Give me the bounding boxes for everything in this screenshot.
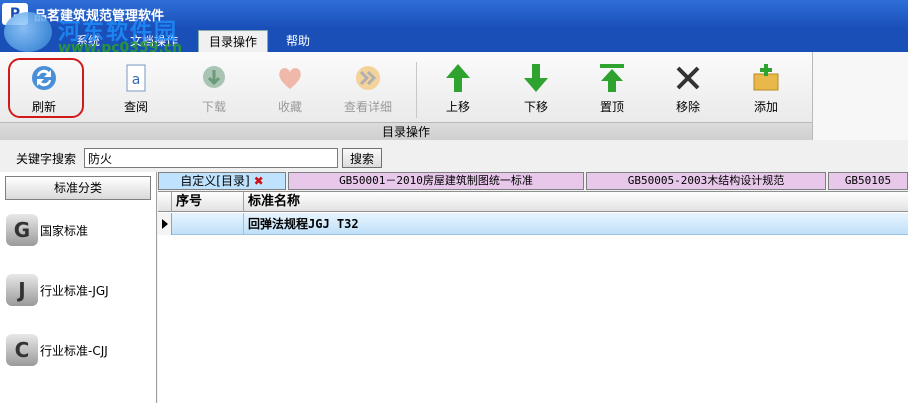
arrow-to-top-icon [600, 64, 624, 92]
forward-arrows-icon [356, 66, 380, 90]
ribbon-empty-area [812, 52, 908, 140]
tab-gb50005[interactable]: GB50005-2003木结构设计规范 [586, 172, 826, 190]
document-tab-strip: 自定义[目录] ✖ GB50001－2010房屋建筑制图统一标准 GB50005-… [158, 172, 908, 190]
category-item-jgj[interactable]: J 行业标准-JGJ [6, 270, 156, 310]
category-panel: 标准分类 G 国家标准 J 行业标准-JGJ C 行业标准-CJJ [0, 172, 157, 403]
download-label: 下载 [201, 100, 226, 114]
x-remove-icon [676, 66, 700, 90]
category-label: 行业标准-JGJ [40, 284, 109, 298]
ribbon-group-label: 目录操作 [0, 122, 812, 140]
download-globe-icon [203, 66, 225, 88]
category-header-button[interactable]: 标准分类 [5, 176, 151, 200]
pin-top-label: 置顶 [599, 100, 624, 114]
category-label: 行业标准-CJJ [40, 344, 108, 358]
pin-top-button[interactable]: 置顶 [582, 62, 642, 118]
column-header-index[interactable]: 序号 [172, 192, 244, 212]
add-label: 添加 [753, 100, 778, 114]
search-input[interactable] [84, 148, 338, 168]
download-button[interactable]: 下载 [184, 62, 244, 118]
refresh-highlight-circle [8, 58, 84, 118]
favorite-button[interactable]: 收藏 [260, 62, 320, 118]
category-label: 国家标准 [40, 224, 89, 238]
row-indicator-header [158, 192, 172, 212]
jgj-standard-icon: J [6, 274, 38, 306]
remove-button[interactable]: 移除 [658, 62, 718, 118]
view-details-button[interactable]: 查看详细 [336, 62, 400, 118]
menu-help[interactable]: 帮助 [276, 30, 320, 52]
arrow-up-icon [446, 64, 470, 92]
ribbon-toolbar: 刷新 a 查阅 下载 收藏 查看详细 上移 下移 置顶 移除 添加 目录操作 [0, 52, 812, 140]
cell-index [172, 213, 244, 235]
svg-text:a: a [132, 72, 141, 88]
cjj-standard-icon: C [6, 334, 38, 366]
tab-gb50001[interactable]: GB50001－2010房屋建筑制图统一标准 [288, 172, 584, 190]
grid-header: 序号 标准名称 [158, 192, 908, 212]
standards-grid: 序号 标准名称 回弹法规程JGJ T32 [158, 191, 908, 403]
national-standard-icon: G [6, 214, 38, 246]
ribbon-separator [416, 62, 417, 118]
category-item-cjj[interactable]: C 行业标准-CJJ [6, 330, 156, 370]
search-bar: 关键字搜索 搜索 [0, 146, 908, 170]
tab-custom-catalog[interactable]: 自定义[目录] ✖ [158, 172, 286, 190]
tab-label: 自定义[目录] [180, 174, 250, 188]
cell-name: 回弹法规程JGJ T32 [248, 217, 359, 231]
table-row[interactable]: 回弹法规程JGJ T32 [158, 213, 908, 235]
category-item-national[interactable]: G 国家标准 [6, 210, 156, 250]
menu-catalog-ops[interactable]: 目录操作 [198, 30, 269, 52]
row-pointer-icon [158, 213, 172, 235]
document-icon: a [126, 64, 146, 92]
view-label: 查阅 [123, 100, 148, 114]
move-down-button[interactable]: 下移 [506, 62, 566, 118]
tab-gb50105[interactable]: GB50105 [828, 172, 908, 190]
search-button[interactable]: 搜索 [342, 148, 382, 168]
view-button[interactable]: a 查阅 [106, 62, 166, 118]
add-button[interactable]: 添加 [736, 62, 796, 118]
remove-label: 移除 [675, 100, 700, 114]
close-icon[interactable]: ✖ [254, 174, 264, 188]
favorite-label: 收藏 [277, 100, 302, 114]
view-details-label: 查看详细 [343, 100, 392, 114]
add-folder-icon [753, 64, 779, 91]
column-header-name[interactable]: 标准名称 [244, 192, 908, 212]
heart-icon [279, 68, 301, 89]
watermark-logo-icon [4, 12, 52, 52]
move-up-label: 上移 [445, 100, 470, 114]
arrow-down-icon [524, 64, 548, 92]
move-down-label: 下移 [523, 100, 548, 114]
search-label: 关键字搜索 [16, 152, 77, 166]
move-up-button[interactable]: 上移 [428, 62, 488, 118]
